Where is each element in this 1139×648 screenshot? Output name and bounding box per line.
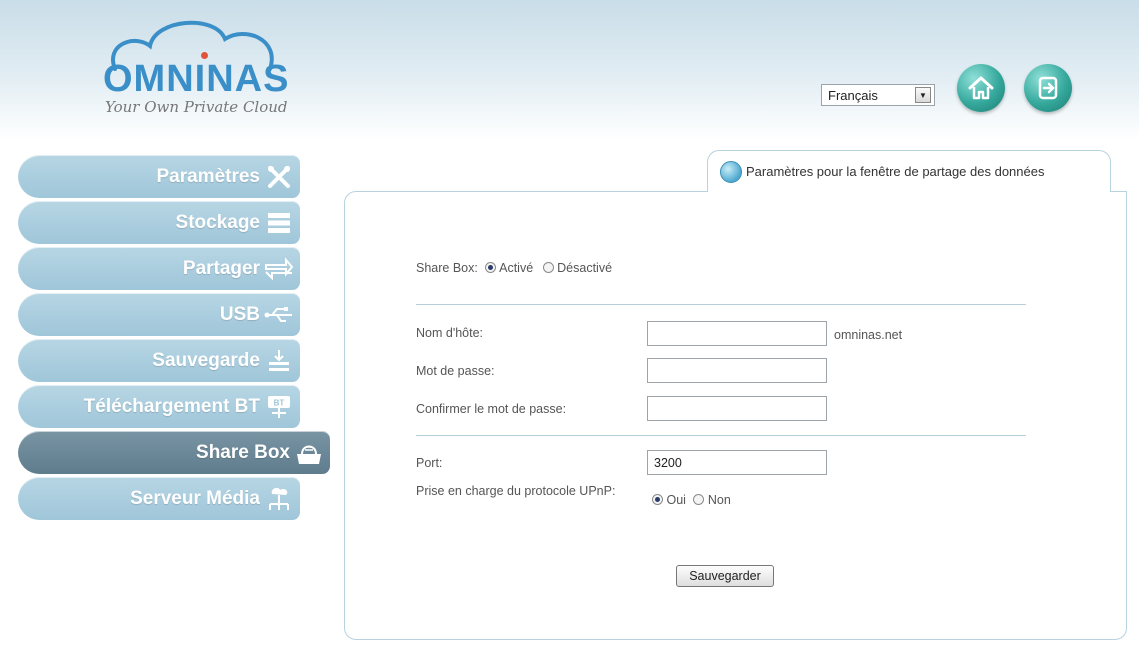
storage-icon — [264, 208, 294, 238]
sidebar-menu: Paramètres Stockage Partager USB Sauvega… — [18, 155, 338, 523]
sidebar-item-serveur-media[interactable]: Serveur Média — [18, 477, 300, 520]
sharebox-on-label[interactable]: Activé — [499, 261, 533, 275]
hostname-label: Nom d'hôte: — [416, 326, 484, 340]
sidebar-item-sauvegarde[interactable]: Sauvegarde — [18, 339, 300, 382]
sidebar-item-stockage[interactable]: Stockage — [18, 201, 300, 244]
sharebox-on-radio[interactable] — [485, 262, 497, 273]
upnp-yes-label[interactable]: Oui — [666, 493, 685, 507]
language-value: Français — [828, 87, 878, 103]
port-input[interactable] — [647, 450, 827, 475]
logout-button[interactable] — [1024, 64, 1072, 112]
sidebar-item-label: Paramètres — [156, 165, 260, 187]
sidebar-item-parametres[interactable]: Paramètres — [18, 155, 300, 198]
sharebox-off-radio[interactable] — [542, 262, 554, 273]
sidebar-item-label: USB — [219, 303, 260, 325]
sidebar-item-label: Share Box — [196, 441, 290, 463]
usb-icon — [264, 300, 294, 330]
save-button[interactable]: Sauvegarder — [676, 565, 774, 587]
confirm-password-input[interactable] — [647, 396, 827, 421]
bt-download-icon: BT — [264, 392, 294, 422]
port-label: Port: — [416, 456, 443, 470]
backup-icon — [264, 346, 294, 376]
sidebar-item-telechargement-bt[interactable]: Téléchargement BT BT — [18, 385, 300, 428]
upnp-no-label[interactable]: Non — [708, 493, 731, 507]
logout-icon — [1038, 76, 1058, 100]
share-box-icon — [294, 438, 324, 468]
sidebar-item-label: Stockage — [175, 211, 260, 233]
sharebox-label: Share Box: — [416, 261, 478, 275]
tools-icon — [264, 162, 294, 192]
sharebox-off-label[interactable]: Désactivé — [557, 261, 612, 275]
hostname-suffix: omninas.net — [834, 328, 903, 342]
svg-text:BT: BT — [274, 398, 285, 407]
language-select[interactable]: Français ▼ — [821, 84, 935, 106]
divider — [416, 435, 1026, 436]
share-arrows-icon — [264, 254, 294, 284]
brand-tagline: Your Own Private Cloud — [105, 98, 288, 116]
sidebar-item-share-box[interactable]: Share Box — [18, 431, 330, 474]
media-server-icon — [264, 484, 294, 514]
sidebar-item-partager[interactable]: Partager — [18, 247, 300, 290]
tab-title: Paramètres pour la fenêtre de partage de… — [746, 164, 1045, 179]
divider — [416, 304, 1026, 305]
omninas-logo: OMNINAS Your Own Private Cloud — [95, 14, 305, 116]
sidebar-item-label: Partager — [182, 257, 260, 279]
upnp-options: Oui Non — [652, 493, 731, 507]
home-button[interactable] — [957, 64, 1005, 112]
sidebar-item-label: Sauvegarde — [152, 349, 260, 371]
tab-share-box-settings[interactable]: Paramètres pour la fenêtre de partage de… — [707, 150, 1111, 192]
sidebar-item-label: Serveur Média — [130, 487, 260, 509]
sharebox-row: Share Box: Activé Désactivé — [416, 261, 612, 275]
chevron-down-icon[interactable]: ▼ — [915, 87, 931, 103]
globe-icon — [720, 160, 742, 183]
password-input[interactable] — [647, 358, 827, 383]
upnp-no-radio[interactable] — [693, 494, 705, 505]
sidebar-item-label: Téléchargement BT — [83, 395, 260, 417]
upnp-label: Prise en charge du protocole UPnP: — [416, 484, 616, 498]
password-label: Mot de passe: — [416, 364, 495, 378]
brand-name: OMNINAS — [103, 58, 290, 100]
home-icon — [968, 76, 994, 100]
hostname-input[interactable] — [647, 321, 827, 346]
confirm-password-label: Confirmer le mot de passe: — [416, 402, 567, 416]
sidebar-item-usb[interactable]: USB — [18, 293, 300, 336]
upnp-yes-radio[interactable] — [652, 494, 663, 505]
